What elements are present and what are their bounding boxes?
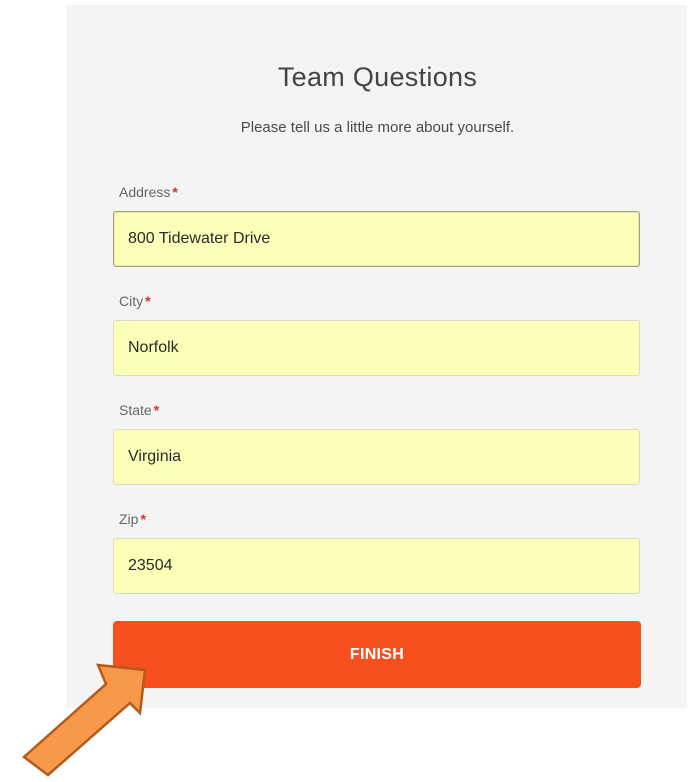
zip-input[interactable]	[113, 538, 640, 594]
finish-button[interactable]: FINISH	[113, 621, 641, 688]
address-label: Address *	[119, 184, 178, 200]
required-marker: *	[172, 184, 178, 200]
address-input[interactable]	[113, 211, 640, 267]
state-input[interactable]	[113, 429, 640, 485]
required-marker: *	[153, 402, 160, 418]
city-label-text: City	[119, 293, 144, 309]
required-marker: *	[145, 293, 151, 309]
zip-label-text: Zip	[119, 511, 139, 527]
form-panel: Team Questions Please tell us a little m…	[67, 5, 687, 708]
address-label-text: Address	[119, 184, 171, 200]
state-label: State *	[119, 402, 159, 418]
form-title: Team Questions	[277, 62, 478, 92]
required-marker: *	[140, 511, 146, 527]
state-label-text: State	[119, 402, 152, 418]
page: Team Questions Please tell us a little m…	[0, 0, 696, 782]
form-subtitle: Please tell us a little more about yours…	[240, 119, 515, 136]
zip-label: Zip *	[119, 511, 146, 527]
city-label: City *	[119, 293, 151, 309]
city-input[interactable]	[113, 320, 640, 376]
